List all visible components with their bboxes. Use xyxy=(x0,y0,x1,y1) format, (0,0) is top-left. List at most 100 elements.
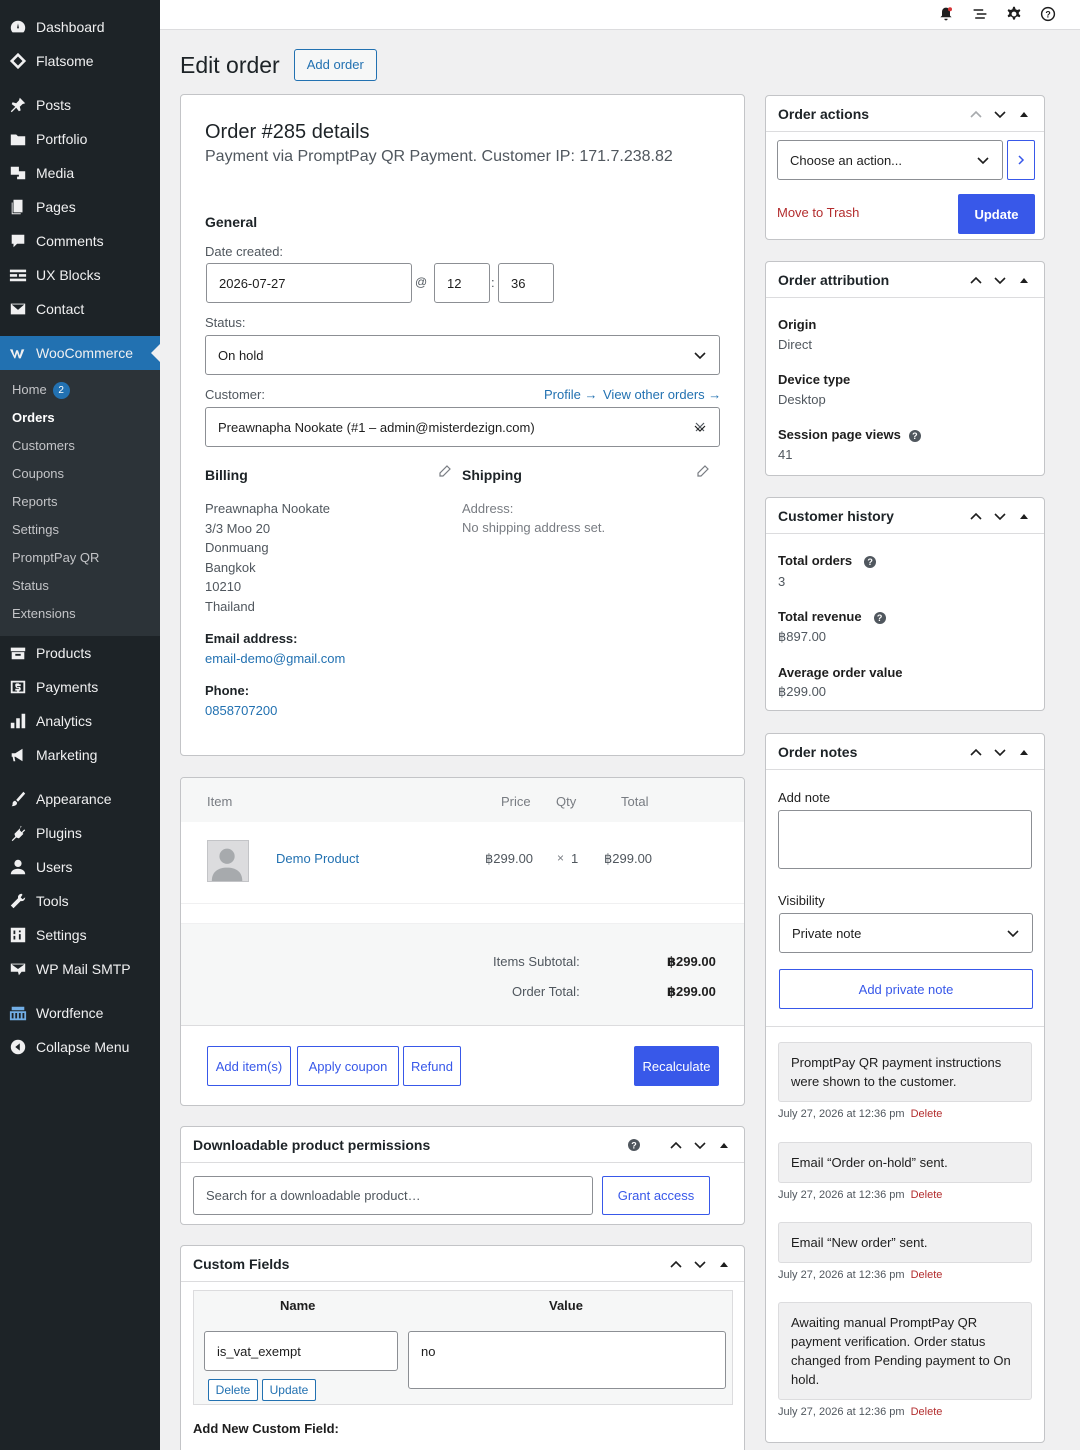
origin-value: Direct xyxy=(778,337,812,352)
toggle-triangle-icon[interactable] xyxy=(716,1137,732,1153)
menu-plugins[interactable]: Plugins xyxy=(0,816,160,850)
view-other-orders-link[interactable]: View other orders → xyxy=(603,387,721,402)
chevron-up-icon[interactable] xyxy=(968,744,984,760)
submenu-home[interactable]: Home 2 xyxy=(0,376,160,404)
chevron-up-icon[interactable] xyxy=(968,106,984,122)
help-icon[interactable]: ? xyxy=(864,555,877,568)
submenu-settings[interactable]: Settings xyxy=(0,516,160,544)
note-content: Email “New order” sent. xyxy=(778,1222,1032,1263)
recalculate-button[interactable]: Recalculate xyxy=(634,1046,719,1086)
delete-note-link[interactable]: Delete xyxy=(911,1406,943,1418)
menu-wp-mail-smtp[interactable]: WP Mail SMTP xyxy=(0,952,160,986)
add-order-button[interactable]: Add order xyxy=(293,49,377,81)
chevron-down-icon[interactable] xyxy=(992,106,1008,122)
menu-payments[interactable]: Payments xyxy=(0,670,160,704)
toggle-triangle-icon[interactable] xyxy=(716,1256,732,1272)
apply-action-button[interactable] xyxy=(1007,140,1035,180)
chevron-up-icon[interactable] xyxy=(968,508,984,524)
menu-comments[interactable]: Comments xyxy=(0,224,160,258)
chevron-up-icon[interactable] xyxy=(968,272,984,288)
col-value: Value xyxy=(549,1298,583,1313)
menu-media[interactable]: Media xyxy=(0,156,160,190)
chevron-down-icon[interactable] xyxy=(992,508,1008,524)
meta-value-textarea[interactable]: no xyxy=(408,1331,726,1389)
order-action-select[interactable]: Choose an action... xyxy=(777,140,1003,180)
activity-list-icon[interactable] xyxy=(972,6,990,24)
minute-input[interactable]: 36 xyxy=(498,263,554,303)
menu-collapse[interactable]: Collapse Menu xyxy=(0,1030,160,1064)
gear-icon[interactable] xyxy=(1006,6,1024,24)
menu-woocommerce[interactable]: WooCommerce xyxy=(0,336,160,370)
product-link[interactable]: Demo Product xyxy=(276,851,359,866)
list-item: Email “New order” sent. July 27, 2026 at… xyxy=(778,1222,1032,1281)
menu-dashboard[interactable]: Dashboard xyxy=(0,10,160,44)
menu-label: Pages xyxy=(36,199,76,215)
col-total: Total xyxy=(621,794,649,809)
menu-products[interactable]: Products xyxy=(0,636,160,670)
menu-tools[interactable]: Tools xyxy=(0,884,160,918)
menu-ux-blocks[interactable]: UX Blocks xyxy=(0,258,160,292)
menu-marketing[interactable]: Marketing xyxy=(0,738,160,772)
submenu-customers[interactable]: Customers xyxy=(0,432,160,460)
pencil-icon[interactable] xyxy=(697,465,709,477)
clear-caret-icon[interactable] xyxy=(693,420,707,434)
svg-text:?: ? xyxy=(1045,10,1050,20)
toggle-triangle-icon[interactable] xyxy=(1016,272,1032,288)
update-meta-button[interactable]: Update xyxy=(262,1379,316,1401)
meta-key-input[interactable]: is_vat_exempt xyxy=(204,1331,398,1371)
delete-meta-button[interactable]: Delete xyxy=(208,1379,258,1401)
menu-settings[interactable]: Settings xyxy=(0,918,160,952)
help-icon[interactable]: ? xyxy=(626,1137,642,1153)
chevron-down-icon[interactable] xyxy=(992,744,1008,760)
date-created-input[interactable]: 2026-07-27 xyxy=(206,263,412,303)
hour-input[interactable]: 12 xyxy=(434,263,490,303)
submenu-status[interactable]: Status xyxy=(0,572,160,600)
profile-link[interactable]: Profile → xyxy=(544,387,597,402)
toggle-triangle-icon[interactable] xyxy=(1016,106,1032,122)
delete-note-link[interactable]: Delete xyxy=(911,1189,943,1201)
chevron-down-icon[interactable] xyxy=(992,272,1008,288)
menu-portfolio[interactable]: Portfolio xyxy=(0,122,160,156)
menu-flatsome[interactable]: Flatsome xyxy=(0,44,160,78)
toggle-triangle-icon[interactable] xyxy=(1016,508,1032,524)
phone-link[interactable]: 0858707200 xyxy=(205,703,277,718)
delete-note-link[interactable]: Delete xyxy=(911,1269,943,1281)
menu-users[interactable]: Users xyxy=(0,850,160,884)
add-private-note-button[interactable]: Add private note xyxy=(779,969,1033,1009)
status-select[interactable]: On hold xyxy=(205,335,720,375)
submenu-promptpay[interactable]: PromptPay QR xyxy=(0,544,160,572)
total-revenue-value: ฿897.00 xyxy=(778,629,827,644)
submenu-coupons[interactable]: Coupons xyxy=(0,460,160,488)
pencil-icon[interactable] xyxy=(439,465,451,477)
add-note-textarea[interactable] xyxy=(778,810,1032,869)
submenu-reports[interactable]: Reports xyxy=(0,488,160,516)
email-link[interactable]: email-demo@gmail.com xyxy=(205,651,345,666)
customer-select[interactable]: Preawnapha Nookate (#1 – admin@misterdez… xyxy=(205,407,720,447)
menu-wordfence[interactable]: Wordfence xyxy=(0,996,160,1030)
help-icon[interactable]: ? xyxy=(1040,6,1058,24)
refund-button[interactable]: Refund xyxy=(403,1046,461,1086)
apply-coupon-button[interactable]: Apply coupon xyxy=(297,1046,399,1086)
chevron-up-icon[interactable] xyxy=(668,1256,684,1272)
submenu-orders[interactable]: Orders xyxy=(0,404,160,432)
menu-pages[interactable]: Pages xyxy=(0,190,160,224)
chevron-down-icon[interactable] xyxy=(692,1137,708,1153)
toggle-triangle-icon[interactable] xyxy=(1016,744,1032,760)
delete-note-link[interactable]: Delete xyxy=(911,1108,943,1120)
visibility-select[interactable]: Private note xyxy=(779,913,1033,953)
menu-contact[interactable]: Contact xyxy=(0,292,160,326)
menu-analytics[interactable]: Analytics xyxy=(0,704,160,738)
bell-icon[interactable] xyxy=(938,6,956,24)
chevron-up-icon[interactable] xyxy=(668,1137,684,1153)
help-icon[interactable]: ? xyxy=(873,611,886,624)
grant-access-button[interactable]: Grant access xyxy=(602,1176,710,1215)
menu-appearance[interactable]: Appearance xyxy=(0,782,160,816)
update-order-button[interactable]: Update xyxy=(958,194,1035,234)
submenu-extensions[interactable]: Extensions xyxy=(0,600,160,628)
help-icon[interactable]: ? xyxy=(908,429,921,442)
chevron-down-icon[interactable] xyxy=(692,1256,708,1272)
menu-posts[interactable]: Posts xyxy=(0,88,160,122)
download-search-input[interactable]: Search for a downloadable product… xyxy=(193,1176,593,1215)
add-items-button[interactable]: Add item(s) xyxy=(207,1046,291,1086)
move-to-trash-link[interactable]: Move to Trash xyxy=(777,205,859,220)
